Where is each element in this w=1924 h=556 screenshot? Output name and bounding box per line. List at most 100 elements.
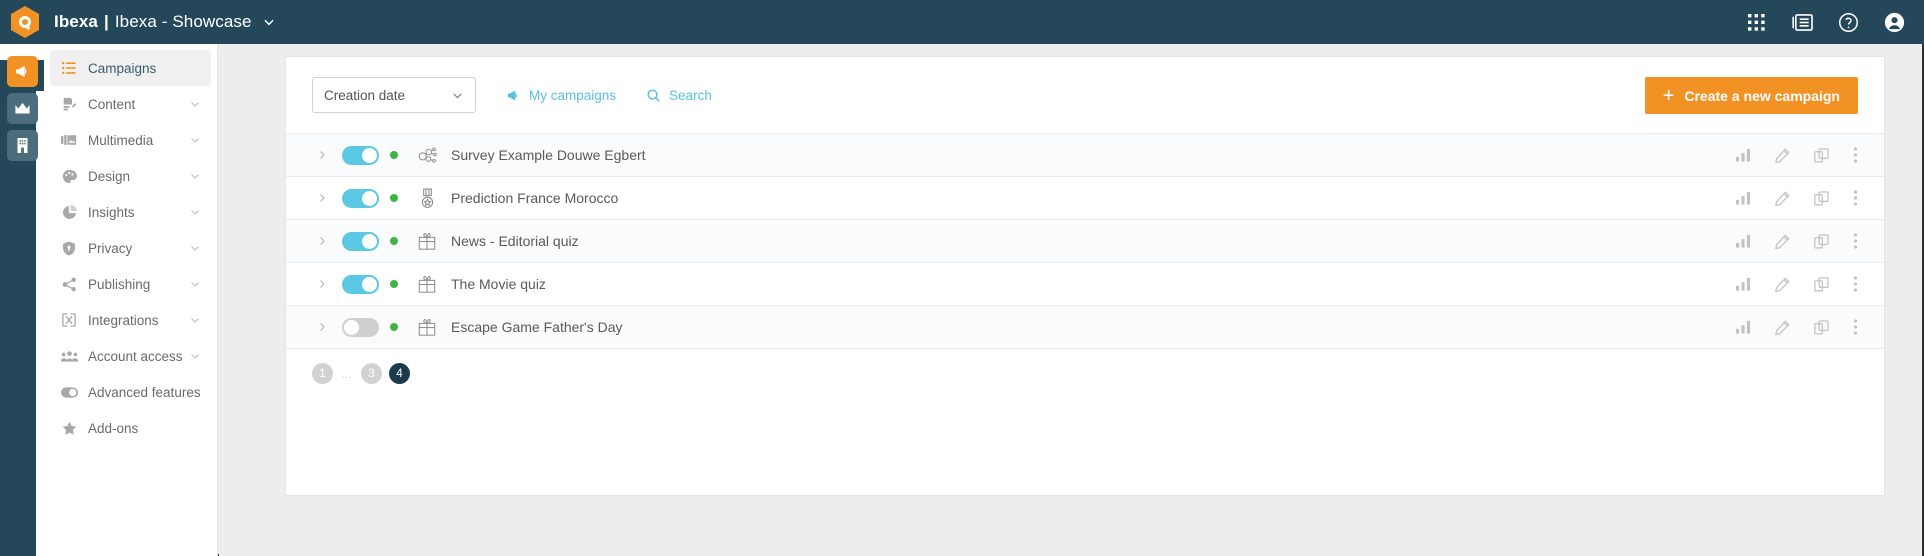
campaign-enable-toggle[interactable] [342,274,379,294]
sidebar-item-content[interactable]: Content [50,86,211,122]
toggle-icon [56,386,82,398]
search-trigger[interactable]: Search [646,88,712,103]
brand-name: Ibexa [54,12,98,31]
chevron-down-icon[interactable] [189,350,201,362]
campaign-enable-toggle[interactable] [342,188,379,208]
user-account-icon[interactable] [1882,10,1906,34]
duplicate-copy-icon[interactable] [1813,190,1830,207]
sidebar-item-label: Multimedia [88,132,154,148]
table-row[interactable]: Prediction France Morocco [286,176,1884,219]
page-button-3[interactable]: 3 [361,363,382,384]
my-campaigns-filter[interactable]: My campaigns [506,88,616,103]
chevron-right-icon[interactable] [312,278,332,290]
plus-icon: + [1662,84,1675,107]
more-options-kebab-icon[interactable] [1852,233,1858,250]
megaphone-icon [506,88,521,103]
campaign-title: Escape Game Father's Day [451,319,623,335]
campaigns-toolbar: Creation date My campaigns Search + Crea… [286,57,1884,133]
chevron-down-icon[interactable] [189,206,201,218]
more-options-kebab-icon[interactable] [1852,276,1858,293]
table-row[interactable]: Escape Game Father's Day [286,305,1884,348]
duplicate-copy-icon[interactable] [1813,276,1830,293]
chevron-down-icon[interactable] [189,314,201,326]
campaign-enable-toggle[interactable] [342,317,379,337]
chevron-down-icon[interactable] [189,134,201,146]
page-button-4-current[interactable]: 4 [389,363,410,384]
sidebar-item-label: Campaigns [88,60,157,76]
chevron-down-icon[interactable] [189,98,201,110]
duplicate-copy-icon[interactable] [1813,233,1830,250]
sidebar-item-label: Content [88,96,136,112]
more-options-kebab-icon[interactable] [1852,147,1858,164]
sidebar-item-privacy[interactable]: Privacy [50,230,211,266]
table-row[interactable]: Survey Example Douwe Egbert [286,133,1884,176]
sidebar-item-design[interactable]: Design [50,158,211,194]
chevron-down-icon[interactable] [189,170,201,182]
chevron-down-icon[interactable] [189,242,201,254]
campaign-title: The Movie quiz [451,276,546,292]
rail-item-personalization[interactable] [7,93,38,124]
campaign-enable-toggle[interactable] [342,231,379,251]
duplicate-copy-icon[interactable] [1813,147,1830,164]
main-content: Creation date My campaigns Search + Crea… [219,44,1922,556]
table-row[interactable]: The Movie quiz [286,262,1884,305]
ibexa-hexagon-logo[interactable] [10,5,40,39]
users-group-icon [56,350,82,363]
sidebar-item-label: Design [88,168,131,184]
edit-pencil-icon[interactable] [1774,319,1791,336]
more-options-kebab-icon[interactable] [1852,190,1858,207]
sidebar-item-advanced-features[interactable]: Advanced features [50,374,211,410]
sidebar-item-multimedia[interactable]: Multimedia [50,122,211,158]
chevron-right-icon[interactable] [312,149,332,161]
sidebar-item-label: Account access [88,348,183,364]
campaign-enable-toggle[interactable] [342,145,379,165]
statistics-bar-chart-icon[interactable] [1735,190,1752,207]
apps-grid-icon[interactable] [1744,10,1768,34]
application-window: Ibexa | Ibexa - Showcase Campaigns Conte… [0,0,1924,556]
sidebar-item-insights[interactable]: Insights [50,194,211,230]
sidebar-item-integrations[interactable]: Integrations [50,302,211,338]
statistics-bar-chart-icon[interactable] [1735,276,1752,293]
duplicate-copy-icon[interactable] [1813,319,1830,336]
chevron-right-icon[interactable] [312,235,332,247]
integrations-icon [56,313,82,327]
pagination-ellipsis: … [341,369,353,381]
chevron-down-icon[interactable] [262,15,276,29]
more-options-kebab-icon[interactable] [1852,319,1858,336]
sidebar-item-publishing[interactable]: Publishing [50,266,211,302]
edit-pencil-icon[interactable] [1774,147,1791,164]
sidebar-item-add-ons[interactable]: Add-ons [50,410,211,446]
sidebar-item-label: Advanced features [88,384,201,400]
status-badge [390,151,398,159]
share-nodes-icon [56,277,82,292]
chevron-right-icon[interactable] [312,192,332,204]
chevron-right-icon[interactable] [312,321,332,333]
sidebar-menu: Campaigns Content Multimedia Design Insi… [44,44,218,556]
search-label: Search [669,87,712,103]
palette-icon [56,169,82,184]
edit-pencil-icon[interactable] [1774,233,1791,250]
brand-title: Ibexa | Ibexa - Showcase [54,12,252,32]
rail-item-company[interactable] [7,130,38,161]
campaigns-panel: Creation date My campaigns Search + Crea… [285,56,1885,496]
statistics-bar-chart-icon[interactable] [1735,319,1752,336]
edit-pencil-icon[interactable] [1774,276,1791,293]
chevron-down-icon[interactable] [189,278,201,290]
pie-chart-icon [56,204,82,220]
create-new-campaign-button[interactable]: + Create a new campaign [1644,77,1858,114]
rail-item-campaigns[interactable] [7,56,38,87]
statistics-bar-chart-icon[interactable] [1735,147,1752,164]
statistics-bar-chart-icon[interactable] [1735,233,1752,250]
table-row[interactable]: News - Editorial quiz [286,219,1884,262]
sidebar-item-campaigns[interactable]: Campaigns [50,50,211,86]
page-button-1[interactable]: 1 [312,363,333,384]
content-layout-icon[interactable] [1790,10,1814,34]
status-badge [390,280,398,288]
campaign-title: Survey Example Douwe Egbert [451,147,646,163]
left-icon-rail [0,44,44,556]
edit-pencil-icon[interactable] [1774,190,1791,207]
help-circle-icon[interactable] [1836,10,1860,34]
sort-select[interactable]: Creation date [312,77,476,113]
create-button-label: Create a new campaign [1684,87,1840,104]
sidebar-item-account-access[interactable]: Account access [50,338,211,374]
